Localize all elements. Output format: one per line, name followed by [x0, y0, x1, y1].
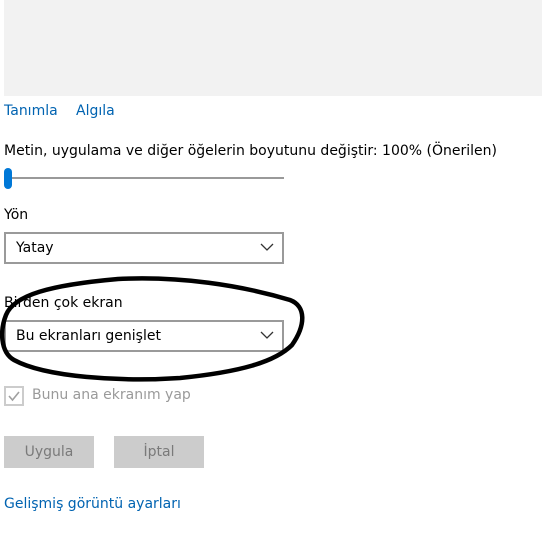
orientation-value: Yatay [16, 240, 54, 256]
chevron-down-icon [260, 243, 274, 251]
orientation-label: Yön [4, 207, 29, 223]
monitor-preview-area[interactable] [4, 0, 542, 96]
multiple-displays-value: Bu ekranları genişlet [16, 328, 161, 344]
scale-slider-track[interactable] [8, 177, 284, 179]
display-settings-panel: Tanımla Algıla Metin, uygulama ve diğer … [0, 0, 542, 539]
cancel-button[interactable]: İptal [114, 436, 204, 468]
main-display-checkbox[interactable] [4, 386, 24, 406]
apply-button[interactable]: Uygula [4, 436, 94, 468]
advanced-display-settings-link[interactable]: Gelişmiş görüntü ayarları [4, 495, 181, 513]
scale-label: Metin, uygulama ve diğer öğelerin boyutu… [4, 143, 497, 159]
chevron-down-icon [260, 331, 274, 339]
scale-slider-thumb[interactable] [4, 168, 12, 189]
main-display-label: Bunu ana ekranım yap [32, 387, 191, 403]
orientation-dropdown[interactable]: Yatay [4, 232, 284, 264]
detect-link[interactable]: Algıla [76, 102, 115, 120]
multiple-displays-label: Birden çok ekran [4, 295, 123, 311]
identify-link[interactable]: Tanımla [4, 102, 58, 120]
multiple-displays-dropdown[interactable]: Bu ekranları genişlet [4, 320, 284, 352]
checkmark-icon [8, 391, 20, 402]
